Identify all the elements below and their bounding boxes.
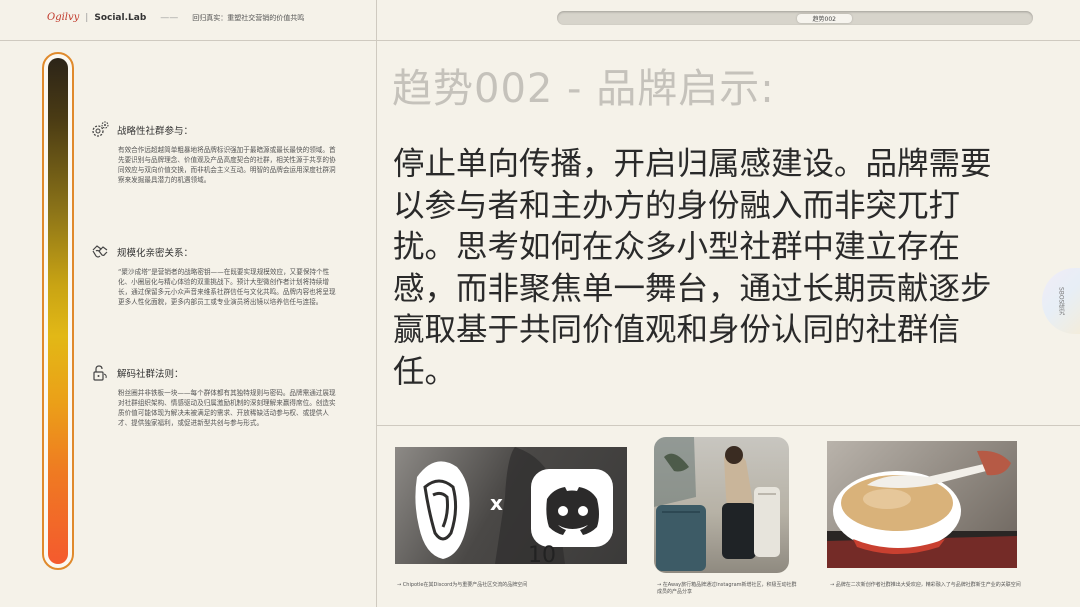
section-body: 粉丝圈并非铁板一块——每个群体都有其独特规则与密码。品牌需通过展现对社群组织架构… [118,389,336,427]
vertical-divider [376,0,377,607]
section-nav: 趋势002 [557,11,1033,25]
nav-tab-2[interactable] [622,14,677,23]
nav-tab-6[interactable] [856,14,911,23]
image-caption: → 在Away旅行箱品牌通过Instagram新增社区，积极互动社群成员的产品分… [657,582,797,595]
unlock-icon [90,363,110,383]
section-decode-community: 解码社群法则： 粉丝圈并非铁板一块——每个群体都有其独特规则与密码。品牌需通过展… [90,363,336,428]
collab-x: x [490,491,503,515]
brand-dash: —— [160,12,179,23]
chipotle-pepper-logo [415,461,470,559]
side-tab-label: SBOS研究 [1057,286,1065,316]
header-divider-left [0,40,376,41]
section-intimacy-at-scale: 规模化亲密关系： “聚沙成塔”是营销者的战略密钥——在既要实现规模效应，又要保持… [90,242,336,307]
image-caption: → Chipotle在其Discord为与重要产品社区交流的品牌空间 [397,582,528,588]
gradient-bar-frame [42,52,74,570]
handshake-icon [90,242,110,262]
gradient-bar [48,58,68,564]
side-tab[interactable]: SBOS研究 [1042,268,1080,334]
main-statement: 停止单向传播，开启归属感建设。品牌需要以参与者和主办方的身份融入而非突兀打扰。思… [393,146,992,390]
nav-tab-1[interactable] [563,14,618,23]
page-number: 10 [528,543,556,564]
ogilvy-logo: Ogilvy [47,12,80,23]
section-strategic-engagement: 战略性社群参与： 有效合作远超越简单粗暴地将品牌标识强加于最暗源或最长最快的领域… [90,120,336,185]
nav-tab-4[interactable] [739,14,794,23]
trend-title: 趋势002 - 品牌启示: [392,66,775,112]
section-body: “聚沙成塔”是营销者的战略密钥——在既要实现规模效应，又要保持个性化、小圈层化与… [118,268,336,306]
section-body: 有效合作远超越简单粗暴地将品牌标识强加于最暗源或最长最快的领域。首先要识别与品牌… [118,146,336,184]
nav-tab-8[interactable] [973,14,1028,23]
brand-header: Ogilvy | Social.Lab —— 回归真实：重塑社交营销的价值共鸣 [47,12,304,23]
report-subtitle: 回归真实：重塑社交营销的价值共鸣 [192,13,305,22]
section-title: 解码社群法则： [117,369,184,380]
nav-tab-3[interactable] [680,14,735,23]
content-divider [376,425,1080,426]
brand-separator: | [85,12,89,23]
gears-icon [90,120,110,140]
away-luggage-image [654,437,789,573]
social-lab-logo: Social.Lab [94,12,147,23]
nav-tab-7[interactable] [914,14,969,23]
chipotle-discord-image: x 10 [395,447,627,564]
section-title: 战略性社群参与： [117,126,194,137]
section-title: 规模化亲密关系： [117,248,194,259]
noodle-soup-image [827,441,1017,568]
nav-tab-active[interactable]: 趋势002 [797,13,852,23]
image-caption: → 品牌在二次新创作者社群推出大受欢迎，精彩融入了与品牌社群新生产业的关联空间 [830,582,1021,588]
header-divider-right [376,40,1080,41]
